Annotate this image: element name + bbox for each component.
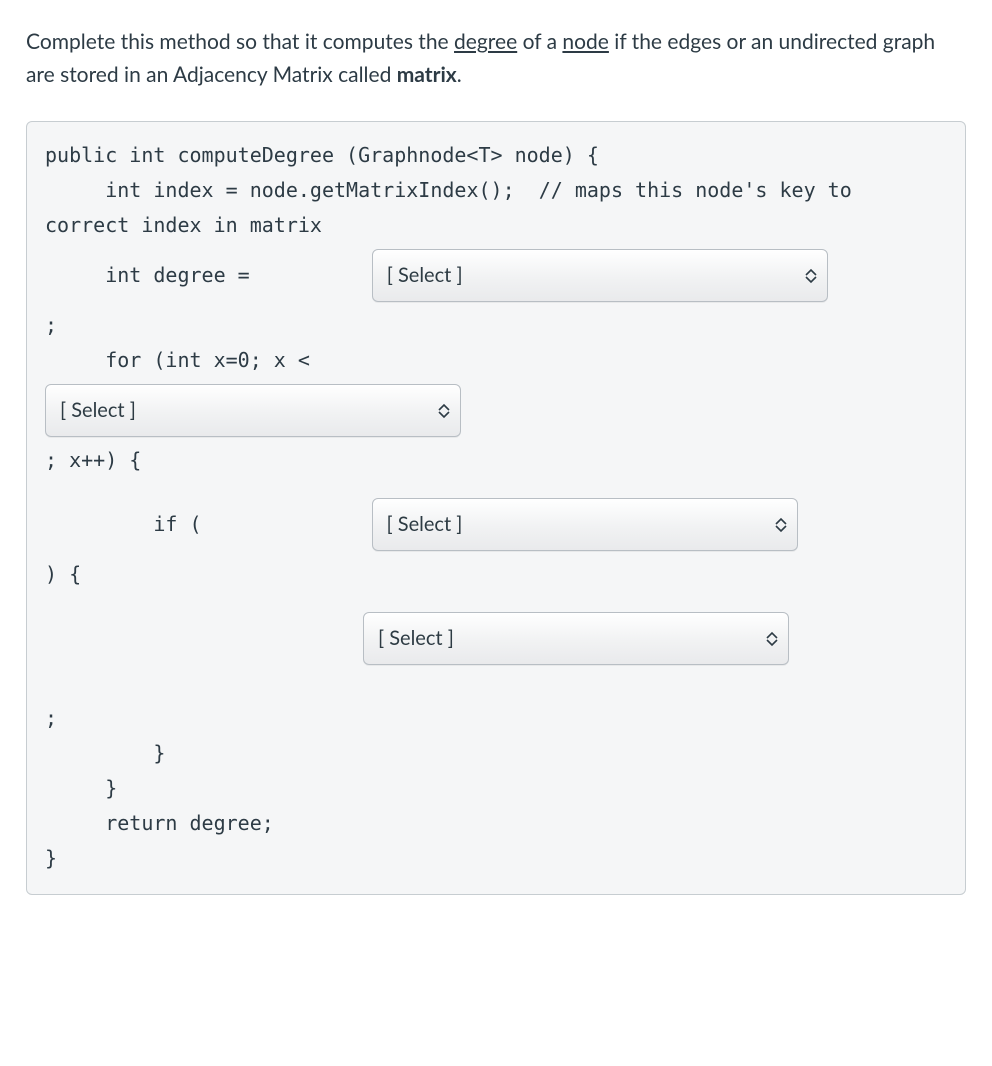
code-line: ; bbox=[45, 701, 947, 736]
code-line: ) { bbox=[45, 557, 947, 592]
code-line: return degree; bbox=[45, 806, 947, 841]
chevron-up-down-icon bbox=[775, 517, 787, 533]
chevron-up-down-icon bbox=[438, 403, 450, 419]
question-text-part: Complete this method so that it computes… bbox=[26, 29, 454, 54]
code-line: } bbox=[45, 841, 947, 876]
question-bold-matrix: matrix bbox=[397, 62, 457, 87]
select-label: [ Select ] bbox=[387, 507, 463, 542]
code-line: public int computeDegree (Graphnode<T> n… bbox=[45, 138, 947, 173]
code-line: if ( bbox=[45, 507, 202, 542]
question-text-part: of a bbox=[517, 29, 562, 54]
code-line: for (int x=0; x < bbox=[45, 343, 947, 378]
select-loop-bound[interactable]: [ Select ] bbox=[45, 384, 461, 437]
code-line: ; x++) { bbox=[45, 443, 947, 478]
question-prompt: Complete this method so that it computes… bbox=[26, 26, 966, 91]
code-block: public int computeDegree (Graphnode<T> n… bbox=[26, 121, 966, 895]
code-line: } bbox=[45, 771, 947, 806]
question-text-part: . bbox=[457, 62, 462, 87]
chevron-up-down-icon bbox=[766, 631, 778, 647]
code-line: int index = node.getMatrixIndex(); // ma… bbox=[45, 173, 947, 243]
select-label: [ Select ] bbox=[387, 258, 463, 293]
question-underline-degree: degree bbox=[454, 29, 517, 54]
code-line: ; bbox=[45, 308, 947, 343]
code-line: int degree = bbox=[45, 258, 262, 293]
select-if-body[interactable]: [ Select ] bbox=[363, 612, 789, 665]
question-underline-node: node bbox=[562, 29, 608, 54]
select-label: [ Select ] bbox=[60, 393, 136, 428]
code-line: } bbox=[45, 736, 947, 771]
select-if-condition[interactable]: [ Select ] bbox=[372, 498, 798, 551]
select-label: [ Select ] bbox=[378, 621, 454, 656]
chevron-up-down-icon bbox=[805, 268, 817, 284]
select-initial-degree[interactable]: [ Select ] bbox=[372, 249, 828, 302]
